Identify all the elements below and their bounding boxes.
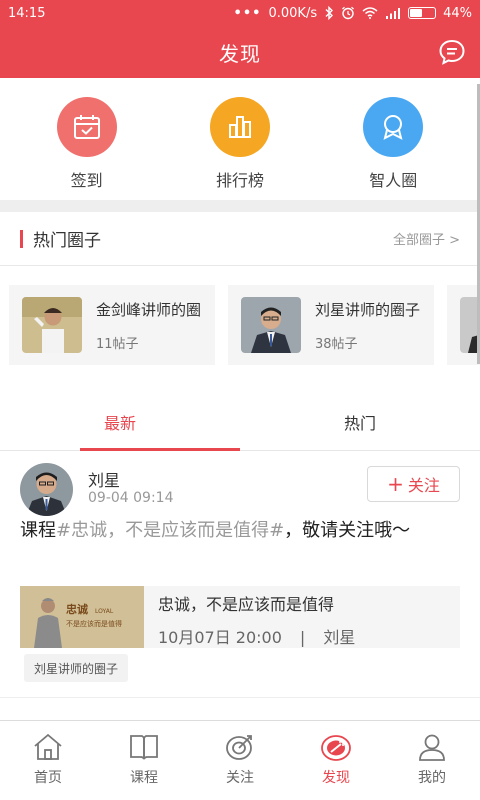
circle-button[interactable]: 智人圈	[333, 97, 453, 191]
nav-home[interactable]: 首页	[0, 721, 96, 800]
ranking-label: 排行榜	[215, 171, 264, 190]
circle-card-name: 金剑峰讲师的圈子	[96, 300, 201, 319]
battery-percent: 44%	[443, 5, 472, 21]
section-accent-bar	[20, 229, 23, 248]
circle-label: 智人圈	[369, 171, 418, 190]
hot-circles-header: 热门圈子 全部圈子 >	[0, 212, 480, 266]
status-icons: ••• 0.00K/s 44%	[234, 6, 472, 21]
home-icon	[34, 733, 62, 760]
user-icon	[419, 734, 445, 761]
battery-icon	[408, 7, 437, 19]
network-speed: 0.00K/s	[268, 5, 318, 21]
calendar-check-icon	[73, 115, 100, 139]
circle-thumbnail	[241, 297, 301, 353]
post-text-prefix: 课程	[20, 520, 56, 541]
course-meta: 10月07日 20:00 | 刘星	[158, 624, 373, 648]
section-divider	[0, 200, 480, 212]
plus-icon: +	[387, 472, 404, 496]
course-title: 忠诚，不是应该而是值得	[158, 595, 335, 614]
post-text-suffix: ，敬请关注哦～	[284, 520, 411, 541]
tab-latest[interactable]: 最新	[0, 393, 240, 451]
more-dots-icon: •••	[233, 5, 262, 21]
course-teacher: 刘星	[323, 628, 356, 647]
course-thumbnail: 忠诚 LOYAL 不是应该而是值得	[20, 586, 144, 648]
circle-card-count: 38帖子	[315, 336, 358, 352]
hot-circles-list[interactable]: 金剑峰讲师的圈子 11帖子 刘星讲师的圈子 38帖子	[0, 266, 480, 386]
course-thumb-logo: LOYAL	[95, 608, 114, 615]
ring-icon	[383, 115, 403, 140]
follow-label: 关注	[407, 476, 440, 495]
ranking-circle	[209, 97, 270, 157]
circle-card-count: 11帖子	[96, 336, 139, 352]
circle-card[interactable]: 刘星讲师的圈子 38帖子	[228, 285, 434, 365]
nav-mine-label: 我的	[418, 770, 446, 786]
nav-mine[interactable]: 我的	[384, 721, 480, 800]
checkin-circle	[56, 97, 117, 157]
target-icon	[226, 735, 252, 760]
post-time: 09-04 09:14	[88, 490, 174, 506]
feed-post[interactable]: 刘星 09-04 09:14 + 关注 课程#忠诚，不是应该而是值得#，敬请关注…	[0, 452, 480, 698]
circle-card[interactable]: 金剑峰讲师的圈子 11帖子	[9, 285, 215, 365]
tab-latest-label: 最新	[103, 413, 136, 433]
nav-course-label: 课程	[130, 770, 158, 786]
page-title: 发现	[219, 41, 261, 66]
checkin-button[interactable]: 签到	[27, 97, 147, 191]
circle-card-name: 刘星讲师的圈子	[315, 300, 420, 319]
post-text[interactable]: 课程#忠诚，不是应该而是值得#，敬请关注哦～	[20, 516, 460, 546]
chat-bubble-icon[interactable]	[438, 38, 466, 66]
avatar[interactable]	[20, 463, 73, 516]
circle-thumbnail	[22, 297, 82, 353]
nav-follow-label: 关注	[226, 770, 254, 786]
bar-chart-icon	[228, 116, 251, 138]
signal-icon	[386, 8, 401, 19]
nav-follow[interactable]: 关注	[192, 721, 288, 800]
ranking-button[interactable]: 排行榜	[180, 97, 300, 191]
course-card[interactable]: 忠诚 LOYAL 不是应该而是值得 忠诚，不是应该而是值得 10月07日 20:…	[20, 586, 460, 648]
tab-hot-label: 热门	[343, 413, 376, 433]
quick-actions: 签到 排行榜 智人圈	[0, 78, 480, 200]
nav-discover-label: 发现	[322, 770, 350, 786]
hot-circles-title: 热门圈子	[33, 231, 101, 251]
status-bar: 14:15 ••• 0.00K/s 44%	[0, 0, 480, 26]
course-thumb-sub: 不是应该而是值得	[66, 619, 122, 628]
post-topic-tag[interactable]: #忠诚，不是应该而是值得#	[56, 520, 284, 541]
post-circle-tag[interactable]: 刘星讲师的圈子	[24, 654, 129, 682]
feed-tabs: 最新 热门	[0, 393, 480, 451]
checkin-label: 签到	[70, 171, 103, 190]
tab-hot[interactable]: 热门	[240, 393, 480, 450]
status-time: 14:15	[8, 5, 46, 21]
bluetooth-icon	[325, 6, 334, 20]
circle-circle	[363, 97, 424, 157]
nav-course[interactable]: 课程	[96, 721, 192, 800]
alarm-icon	[342, 6, 355, 20]
course-date: 10月07日 20:00	[158, 628, 282, 647]
tab-active-indicator	[80, 448, 240, 451]
nav-home-label: 首页	[34, 770, 62, 786]
discover-icon	[321, 735, 351, 761]
bottom-nav: 首页 课程 关注 发现 我的	[0, 720, 480, 800]
circle-card-partial[interactable]	[447, 285, 480, 365]
course-thumb-title: 忠诚	[66, 602, 88, 616]
view-all-circles-link[interactable]: 全部圈子 >	[393, 229, 460, 248]
follow-button[interactable]: + 关注	[367, 466, 460, 502]
course-meta-divider: |	[299, 628, 306, 647]
post-author[interactable]: 刘星	[88, 467, 120, 491]
wifi-icon	[362, 7, 378, 19]
top-header: 发现	[0, 26, 480, 78]
nav-discover[interactable]: 发现	[288, 721, 384, 800]
book-icon	[130, 735, 158, 760]
